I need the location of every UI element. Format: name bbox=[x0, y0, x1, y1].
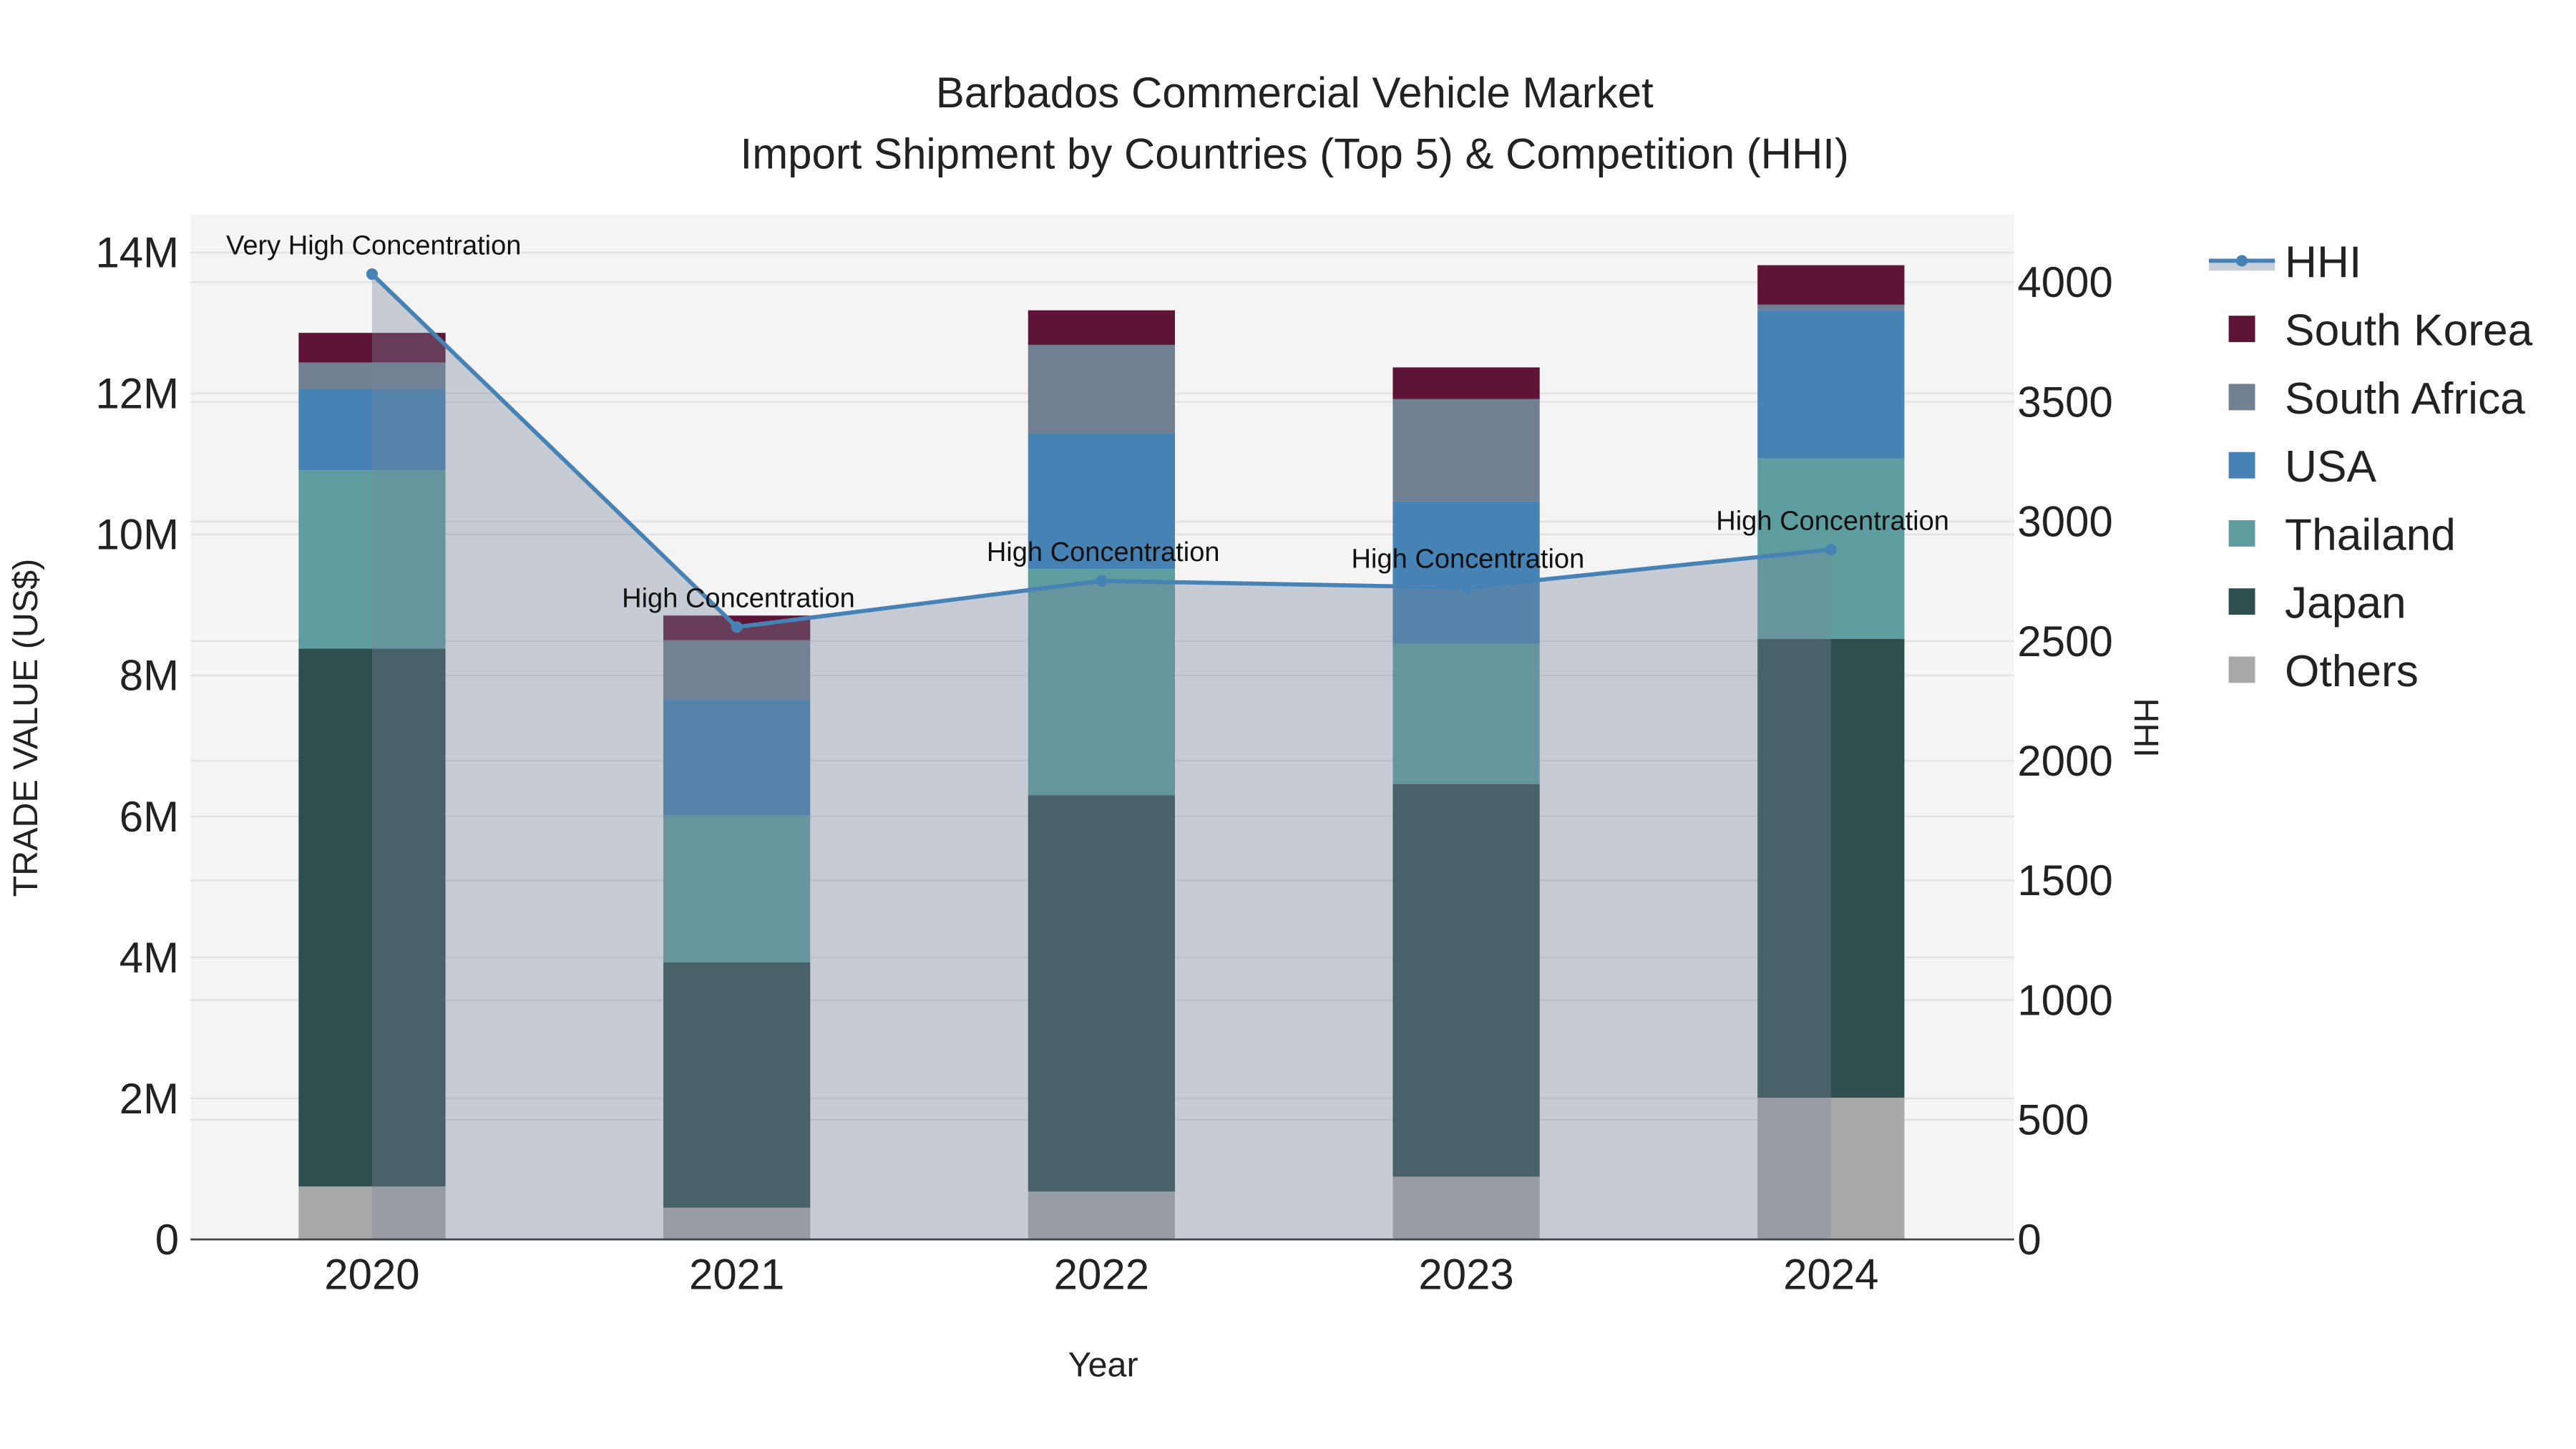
y-tick-label: 2M bbox=[119, 1075, 179, 1123]
x-tick-label: 2020 bbox=[324, 1250, 419, 1298]
legend-hhi-marker bbox=[2236, 255, 2248, 267]
x-tick-label: 2024 bbox=[1783, 1250, 1878, 1298]
y-tick-label: 8M bbox=[119, 652, 179, 700]
y-tick-label: 12M bbox=[95, 370, 179, 418]
bar-south-africa bbox=[1028, 344, 1176, 434]
hhi-annotation: High Concentration bbox=[622, 584, 855, 614]
y-tick-label: 6M bbox=[119, 793, 179, 841]
x-axis-label: Year bbox=[1068, 1346, 1138, 1385]
legend-label: Thailand bbox=[2285, 510, 2456, 560]
y-tick-label: 4M bbox=[119, 934, 179, 982]
chart-subtitle: Import Shipment by Countries (Top 5) & C… bbox=[741, 130, 1849, 177]
legend: HHI South Korea South Africa USA Thailand Jap… bbox=[2208, 238, 2533, 696]
hhi-annotation: Very High Concentration bbox=[226, 230, 521, 260]
legend-swatch-usa bbox=[2228, 452, 2255, 479]
legend-label: HHI bbox=[2285, 238, 2361, 287]
bar-usa bbox=[1757, 310, 1905, 459]
y2-tick-label: 2500 bbox=[2017, 618, 2112, 665]
hhi-point bbox=[366, 268, 379, 280]
hhi-annotation: High Concentration bbox=[1716, 506, 1949, 536]
y2-tick-label: 500 bbox=[2017, 1096, 2089, 1144]
bar-south-africa bbox=[1392, 399, 1540, 502]
y2-tick-label: 1000 bbox=[2017, 976, 2112, 1024]
legend-swatch-japan bbox=[2228, 588, 2255, 615]
hhi-point bbox=[1460, 582, 1473, 594]
bar-south-africa bbox=[1757, 304, 1905, 311]
x-tick-label: 2023 bbox=[1418, 1250, 1513, 1298]
legend-swatch-south-korea bbox=[2228, 316, 2255, 343]
y-axis-label: TRADE VALUE (US$) bbox=[6, 559, 45, 897]
hhi-point bbox=[1825, 543, 1837, 556]
x-tick-label: 2022 bbox=[1054, 1250, 1149, 1298]
y2-tick-label: 2000 bbox=[2017, 737, 2112, 785]
y2-tick-label: 4000 bbox=[2017, 258, 2112, 306]
y-tick-label: 10M bbox=[95, 511, 179, 559]
y2-tick-label: 3500 bbox=[2017, 378, 2112, 426]
y2-tick-label: 1500 bbox=[2017, 857, 2112, 904]
bar-south-korea bbox=[1392, 367, 1540, 399]
legend-swatch-south-africa bbox=[2228, 384, 2255, 411]
legend-swatch-others bbox=[2228, 656, 2255, 683]
y2-tick-label: 3000 bbox=[2017, 498, 2112, 546]
legend-label: Japan bbox=[2285, 579, 2406, 628]
hhi-point bbox=[1096, 575, 1108, 587]
y2-axis-label: HHI bbox=[2127, 698, 2165, 757]
legend-label: South Korea bbox=[2285, 306, 2533, 356]
hhi-annotation: High Concentration bbox=[1352, 544, 1585, 574]
hhi-point bbox=[731, 621, 743, 633]
hhi-annotation: High Concentration bbox=[987, 537, 1220, 567]
bar-south-korea bbox=[1757, 265, 1905, 305]
legend-label: USA bbox=[2285, 442, 2376, 492]
legend-label: South Africa bbox=[2285, 374, 2525, 424]
y2-tick-label: 0 bbox=[2017, 1216, 2041, 1264]
x-tick-label: 2021 bbox=[689, 1250, 784, 1298]
legend-swatch-thailand bbox=[2228, 519, 2255, 547]
legend-label: Others bbox=[2285, 647, 2419, 696]
chart-title: Barbados Commercial Vehicle Market bbox=[936, 69, 1654, 117]
bar-south-korea bbox=[1028, 310, 1176, 345]
chart: Very High Concentration High Concentratio… bbox=[6, 69, 2533, 1385]
y-tick-label: 14M bbox=[95, 229, 179, 277]
y-tick-label: 0 bbox=[155, 1216, 179, 1264]
